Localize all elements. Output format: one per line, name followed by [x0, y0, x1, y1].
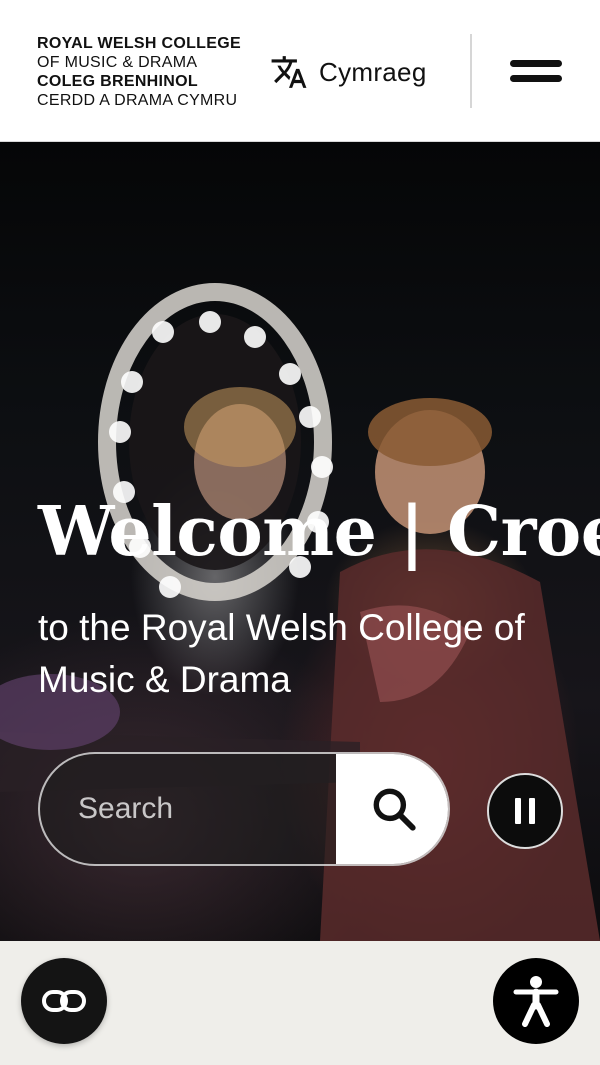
link-icon	[42, 990, 86, 1012]
logo-line-4: CERDD A DRAMA CYMRU	[37, 92, 238, 109]
hero-subtitle: to the Royal Welsh College of Music & Dr…	[38, 607, 525, 700]
site-header: ROYAL WELSH COLLEGE OF MUSIC & DRAMA COL…	[0, 0, 600, 142]
logo-line-2: OF MUSIC & DRAMA	[37, 54, 198, 71]
pause-video-button[interactable]	[487, 773, 563, 849]
college-logo[interactable]: ROYAL WELSH COLLEGE OF MUSIC & DRAMA COL…	[37, 34, 241, 110]
hero-title: Welcome | Croeso	[38, 492, 600, 572]
search-bar	[38, 752, 450, 866]
pause-icon	[511, 798, 539, 824]
logo-line-3: COLEG BRENHINOL	[37, 73, 198, 90]
hamburger-menu-icon	[510, 60, 562, 67]
language-label: Cymraeg	[319, 56, 427, 87]
link-button[interactable]	[21, 958, 107, 1044]
logo-line-1: ROYAL WELSH COLLEGE	[37, 35, 241, 52]
search-button[interactable]	[336, 754, 448, 864]
accessibility-icon	[513, 976, 559, 1027]
menu-button[interactable]	[508, 55, 564, 89]
language-switch[interactable]: Cymraeg	[270, 50, 427, 94]
accessibility-button[interactable]	[493, 958, 579, 1044]
search-icon	[373, 788, 416, 831]
hero-banner: Welcome | Croeso to the Royal Welsh Coll…	[0, 142, 600, 941]
search-input[interactable]	[40, 754, 336, 864]
header-divider	[470, 34, 472, 108]
translate-icon	[271, 56, 307, 88]
